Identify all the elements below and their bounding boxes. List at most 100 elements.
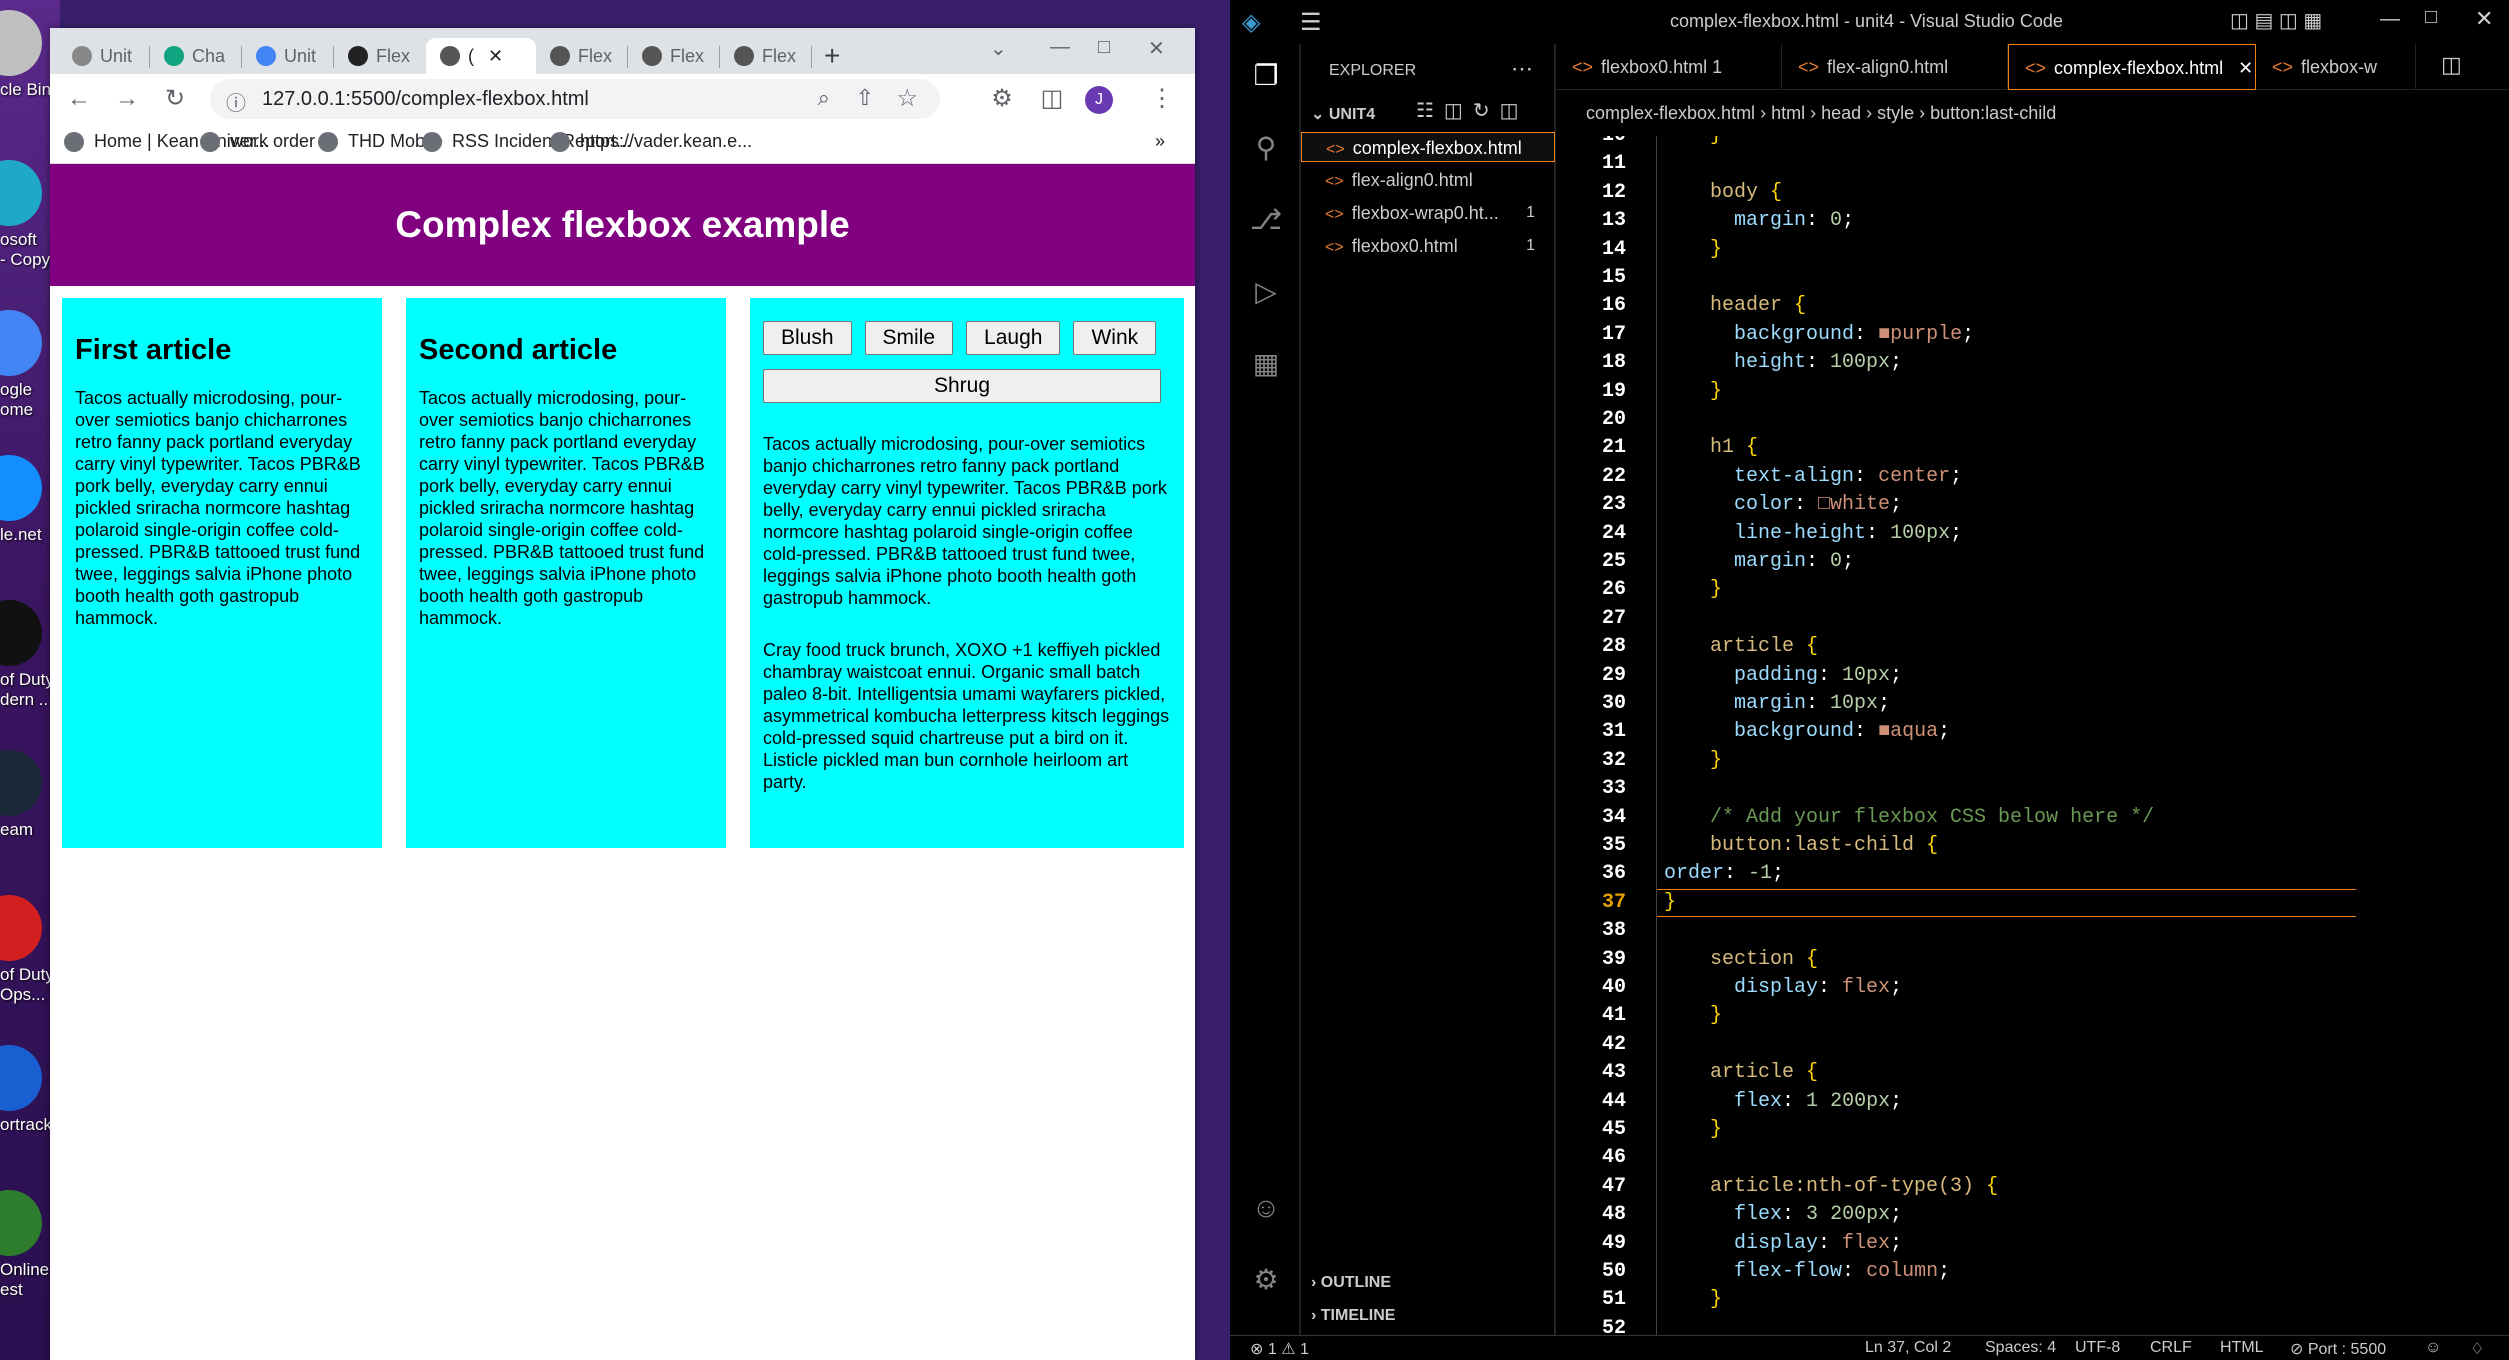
url-text[interactable]: 127.0.0.1:5500/complex-flexbox.html	[262, 88, 589, 111]
battlenet-icon	[0, 455, 42, 521]
code-line: flex: 3 200px;	[1734, 1203, 1903, 1226]
info-icon[interactable]: ⓘ	[226, 87, 246, 116]
line-number: 48	[1601, 1203, 1626, 1226]
problems-indicator[interactable]: ⊗ 1 ⚠ 1	[1250, 1339, 1309, 1359]
minimize-icon[interactable]: —	[1050, 36, 1070, 59]
line-number: 44	[1601, 1090, 1626, 1113]
article-title: First article	[75, 334, 232, 366]
browser-tab[interactable]: Cha	[150, 38, 242, 74]
share-icon[interactable]: ⇧	[856, 85, 874, 111]
blush-button[interactable]: Blush	[763, 321, 852, 355]
file-item[interactable]: <> flex-align0.html	[1301, 165, 1555, 195]
tab-favicon-icon	[164, 46, 184, 66]
code-editor[interactable]: 10 } 11 12 body {13 margin: 0; 14 } 15 16 hea…	[1556, 136, 2509, 1335]
bookmark-icon	[200, 131, 220, 152]
layout-toggle-icon[interactable]: ◫ ▤ ◫ ▦	[2230, 8, 2322, 33]
run-debug-icon[interactable]: ▷	[1248, 274, 1284, 310]
explorer-heading: EXPLORER	[1329, 62, 1417, 79]
breadcrumb-item[interactable]: style	[1877, 103, 1914, 123]
line-endings[interactable]: CRLF	[2150, 1339, 2192, 1357]
code-line: article {	[1710, 635, 1819, 658]
account-icon[interactable]: ☺	[1248, 1190, 1284, 1226]
outline-section[interactable]: › OUTLINE	[1311, 1274, 1391, 1292]
close-window-icon[interactable]: ✕	[2475, 6, 2493, 32]
shrug-button[interactable]: Shrug	[763, 369, 1161, 403]
explorer-icon[interactable]: ❐	[1248, 58, 1284, 94]
bookmark-item[interactable]: https://vader.kean.e...	[550, 131, 752, 152]
desktop-icon-label: Ops...	[0, 985, 46, 1004]
browser-tab[interactable]: Flex	[536, 38, 628, 74]
bookmark-item[interactable]: work order	[200, 131, 315, 152]
desktop-icon-label: cle Bin	[0, 80, 52, 99]
extensions-icon[interactable]: ⚙	[985, 82, 1019, 116]
code-line: /* Add your flexbox CSS below here */	[1686, 806, 2155, 829]
extensions-icon[interactable]: ▦	[1248, 346, 1284, 382]
side-panel-icon[interactable]: ◫	[1035, 82, 1069, 116]
indentation[interactable]: Spaces: 4	[1985, 1339, 2056, 1357]
chevron-down-icon[interactable]: ⌄	[990, 36, 1007, 61]
chevron-right-icon: ›	[1755, 103, 1772, 123]
language-mode[interactable]: HTML	[2220, 1339, 2264, 1357]
split-editor-icon[interactable]: ◫	[2441, 52, 2462, 78]
file-item[interactable]: <> flexbox-wrap0.ht... 1	[1301, 198, 1555, 228]
breadcrumb-item[interactable]: head	[1821, 103, 1861, 123]
menu-kebab-icon[interactable]: ⋮	[1145, 82, 1179, 116]
cursor-position[interactable]: Ln 37, Col 2	[1865, 1339, 1951, 1357]
smile-button[interactable]: Smile	[864, 321, 954, 355]
laugh-button[interactable]: Laugh	[966, 321, 1061, 355]
reload-icon[interactable]: ↻	[158, 82, 192, 116]
live-server-port[interactable]: ⊘ Port : 5500	[2290, 1339, 2386, 1359]
editor-tab[interactable]: <> flexbox-w	[2256, 44, 2416, 90]
notifications-bell-icon[interactable]: ♢	[2470, 1339, 2484, 1359]
line-number: 18	[1601, 351, 1626, 374]
new-tab-icon[interactable]: +	[824, 40, 840, 72]
breadcrumb-item[interactable]: button:last-child	[1930, 103, 2056, 123]
browser-tab[interactable]: Unit	[242, 38, 334, 74]
editor-tab[interactable]: <> flex-align0.html	[1782, 44, 2008, 90]
file-item[interactable]: <> complex-flexbox.html	[1301, 132, 1555, 162]
article-2: Second article Tacos actually microdosin…	[406, 298, 726, 848]
close-tab-icon[interactable]: ✕	[488, 46, 503, 67]
browser-tab[interactable]: Flex	[628, 38, 720, 74]
hamburger-menu-icon[interactable]: ☰	[1300, 8, 1322, 37]
search-icon[interactable]: ⚲	[1248, 130, 1284, 166]
bookmark-star-icon[interactable]: ☆	[896, 84, 918, 113]
line-number: 20	[1601, 408, 1626, 431]
status-bar: ⊗ 1 ⚠ 1 Ln 37, Col 2 Spaces: 4 UTF-8 CRL…	[1230, 1335, 2509, 1360]
minimize-icon[interactable]: —	[2380, 8, 2400, 31]
zoom-icon[interactable]: ⌕	[818, 85, 830, 111]
file-item[interactable]: <> flexbox0.html 1	[1301, 231, 1555, 261]
profile-avatar[interactable]: J	[1085, 86, 1113, 114]
more-bookmarks-icon[interactable]: »	[1155, 131, 1165, 152]
maximize-icon[interactable]: □	[2425, 6, 2437, 29]
more-actions-icon[interactable]: ⋯	[1511, 56, 1533, 82]
explorer-actions-icon[interactable]: ☷◫↻◫	[1416, 98, 1528, 123]
browser-tab[interactable]: Flex	[720, 38, 812, 74]
code-line: display: flex;	[1734, 976, 1903, 999]
address-bar[interactable]: ⓘ 127.0.0.1:5500/complex-flexbox.html ⌕ …	[210, 79, 940, 119]
feedback-icon[interactable]: ☺	[2425, 1339, 2441, 1357]
close-tab-icon[interactable]: ✕	[2233, 58, 2253, 78]
browser-tab[interactable]: Unit	[58, 38, 150, 74]
browser-tab[interactable]: Flex	[334, 38, 426, 74]
folder-unit4[interactable]: ⌄ UNIT4	[1311, 104, 1375, 124]
tab-label: (	[468, 45, 474, 66]
forward-icon[interactable]: →	[110, 82, 144, 116]
source-control-icon[interactable]: ⎇	[1248, 202, 1284, 238]
maximize-icon[interactable]: □	[1098, 36, 1110, 59]
line-number: 17	[1601, 323, 1626, 346]
html-file-icon: <>	[2272, 57, 2294, 77]
browser-tab[interactable]: (✕	[426, 38, 536, 74]
emotion-buttons: Blush Smile Laugh Wink	[763, 321, 1171, 355]
close-window-icon[interactable]: ✕	[1148, 36, 1165, 61]
editor-tab[interactable]: <> complex-flexbox.html ✕	[2008, 44, 2256, 90]
browser-window: Unit Cha Unit Flex(✕ Flex Flex Flex + ⌄ — □ ✕ ← → ↻…	[50, 28, 1195, 1360]
breadcrumb-item[interactable]: complex-flexbox.html	[1586, 103, 1755, 123]
settings-gear-icon[interactable]: ⚙	[1248, 1262, 1284, 1298]
wink-button[interactable]: Wink	[1073, 321, 1157, 355]
timeline-section[interactable]: › TIMELINE	[1311, 1307, 1395, 1325]
back-icon[interactable]: ←	[62, 82, 96, 116]
editor-tab[interactable]: <> flexbox0.html 1	[1556, 44, 1782, 90]
encoding[interactable]: UTF-8	[2075, 1339, 2120, 1357]
breadcrumb-item[interactable]: html	[1771, 103, 1805, 123]
